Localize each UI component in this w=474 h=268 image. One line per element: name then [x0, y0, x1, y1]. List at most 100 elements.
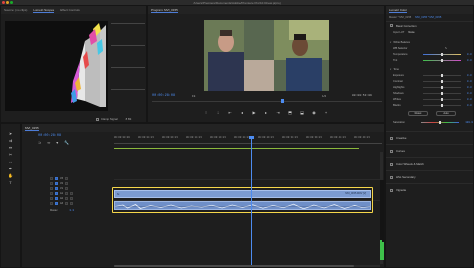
basic-correction-header[interactable]: Basic Correction — [386, 21, 473, 29]
timeline-horizontal-scrollbar[interactable] — [114, 265, 380, 267]
clamp-signal-control[interactable]: Clamp Signal 8 Bit — [96, 117, 131, 121]
basic-correction-checkbox[interactable] — [390, 24, 393, 27]
step-back-icon[interactable]: ◂ — [239, 110, 245, 115]
shadows-slider[interactable] — [423, 91, 461, 95]
lock-toggle[interactable] — [50, 197, 53, 200]
program-playhead[interactable] — [281, 99, 284, 103]
lock-toggle[interactable] — [50, 182, 53, 185]
lumetri-master-target[interactable]: Master * MVI_0155 — [389, 16, 411, 19]
clamp-signal-checkbox[interactable] — [96, 117, 99, 121]
section-hsl-secondary[interactable]: HSL Secondary — [386, 170, 473, 183]
tone-row-value[interactable]: 0.0 — [467, 74, 472, 77]
target-toggle[interactable] — [55, 197, 58, 200]
tone-row-value[interactable]: 0.0 — [467, 86, 472, 89]
target-toggle[interactable] — [55, 187, 58, 190]
timeline-scroll-thumb[interactable] — [114, 265, 354, 267]
eyedropper-icon[interactable]: ✎ — [445, 47, 447, 50]
hsl-secondary-checkbox[interactable] — [390, 175, 393, 179]
timeline-ruler[interactable]: 00:00:00:00 00:00:04:23 00:00:09:23 00:0… — [114, 136, 382, 146]
temperature-value[interactable]: 0.0 — [467, 53, 472, 56]
play-icon[interactable]: ▶ — [251, 110, 257, 115]
scope-bit-depth[interactable]: 8 Bit — [126, 117, 132, 121]
tint-value[interactable]: 0.0 — [467, 59, 472, 62]
saturation-knob[interactable] — [439, 120, 442, 124]
lock-toggle[interactable] — [50, 177, 53, 180]
program-scrub-bar[interactable] — [152, 101, 382, 102]
timeline-playhead[interactable] — [249, 136, 254, 265]
tone-row-value[interactable]: 0.0 — [467, 80, 472, 83]
program-timecode[interactable]: 00:00:28:08 — [152, 94, 175, 98]
tint-slider[interactable] — [423, 58, 461, 62]
wrench-icon[interactable]: 🔧 — [64, 141, 69, 145]
ripple-edit-tool-icon[interactable]: ⇹ — [8, 145, 14, 151]
tone-row-value[interactable]: 0.0 — [467, 98, 472, 101]
section-creative[interactable]: Creative — [386, 131, 473, 144]
temperature-knob[interactable] — [441, 52, 443, 56]
hand-tool-icon[interactable]: ✋ — [8, 173, 14, 179]
contrast-knob[interactable] — [441, 79, 443, 83]
mute-toggle[interactable] — [65, 197, 69, 200]
creative-checkbox[interactable] — [390, 136, 393, 140]
whites-knob[interactable] — [441, 97, 443, 101]
vignette-checkbox[interactable] — [390, 188, 393, 192]
section-vignette[interactable]: Vignette — [386, 183, 473, 196]
auto-button[interactable]: Auto — [436, 111, 456, 116]
target-toggle[interactable] — [55, 177, 58, 180]
tab-lumetri-color[interactable]: Lumetri Color — [389, 8, 408, 13]
timeline-timecode[interactable]: 00:00:28:08 — [38, 134, 61, 138]
saturation-slider[interactable] — [421, 120, 460, 124]
color-wheels-checkbox[interactable] — [390, 162, 393, 166]
extract-icon[interactable]: ⬓ — [299, 110, 305, 115]
blacks-slider[interactable] — [423, 103, 461, 107]
pen-tool-icon[interactable]: ✒ — [8, 166, 14, 172]
curves-checkbox[interactable] — [390, 149, 393, 153]
solo-toggle[interactable] — [70, 197, 74, 200]
go-to-out-icon[interactable]: ⇥ — [275, 110, 281, 115]
temperature-slider[interactable] — [423, 52, 461, 56]
type-tool-icon[interactable]: T — [8, 180, 14, 186]
add-marker-icon[interactable]: ▾ — [56, 141, 58, 145]
contrast-slider[interactable] — [423, 79, 461, 83]
slip-tool-icon[interactable]: ↔ — [8, 159, 14, 165]
shadows-knob[interactable] — [441, 91, 443, 95]
zoom-dropdown[interactable]: 1/2 — [322, 94, 326, 98]
blacks-knob[interactable] — [441, 103, 443, 107]
lock-toggle[interactable] — [50, 192, 53, 195]
lock-toggle[interactable] — [50, 187, 53, 190]
selection-tool-icon[interactable]: ➤ — [8, 131, 14, 137]
mute-toggle[interactable] — [65, 192, 69, 195]
mark-out-icon[interactable]: ⁞ — [215, 110, 221, 115]
tab-sequence[interactable]: MVI_0155 — [25, 126, 39, 131]
work-area-bar[interactable] — [114, 148, 359, 149]
eye-toggle[interactable] — [65, 187, 69, 190]
master-value[interactable]: 0.0 — [70, 209, 75, 212]
playhead-handle[interactable] — [249, 136, 254, 139]
target-toggle[interactable] — [55, 192, 58, 195]
lock-toggle[interactable] — [50, 202, 53, 205]
reset-button[interactable]: Reset — [408, 111, 428, 116]
highlights-knob[interactable] — [441, 85, 443, 89]
tone-row-value[interactable]: 0.0 — [467, 92, 472, 95]
tab-source[interactable]: Source: (no clips) — [4, 8, 27, 12]
section-curves[interactable]: Curves — [386, 144, 473, 157]
solo-toggle[interactable] — [70, 202, 74, 205]
target-toggle[interactable] — [55, 202, 58, 205]
solo-toggle[interactable] — [70, 192, 74, 195]
section-color-wheels[interactable]: Color Wheels & Match — [386, 157, 473, 170]
tab-effect-controls[interactable]: Effect Controls — [60, 8, 80, 12]
eye-toggle[interactable] — [65, 182, 69, 185]
tab-lumetri-scopes[interactable]: Lumetri Scopes — [33, 8, 55, 13]
linked-selection-icon[interactable]: ∞ — [47, 141, 50, 145]
tint-knob[interactable] — [441, 58, 443, 62]
zoom-window-button[interactable] — [10, 1, 13, 4]
lift-icon[interactable]: ⬒ — [287, 110, 293, 115]
export-frame-icon[interactable]: ◉ — [311, 110, 317, 115]
lumetri-clip-target[interactable]: MVI_0155 * MVI_0155 — [415, 16, 441, 19]
track-area[interactable]: MVI_0155.MOV [V] fx — [112, 136, 382, 265]
tab-program[interactable]: Program: MVI_0155 — [151, 8, 178, 13]
track-select-tool-icon[interactable]: ⇉ — [8, 138, 14, 144]
saturation-value[interactable]: 100.0 — [465, 121, 473, 124]
snap-icon[interactable]: ⊃ — [38, 141, 41, 145]
whites-slider[interactable] — [423, 97, 461, 101]
go-to-in-icon[interactable]: ⇤ — [227, 110, 233, 115]
